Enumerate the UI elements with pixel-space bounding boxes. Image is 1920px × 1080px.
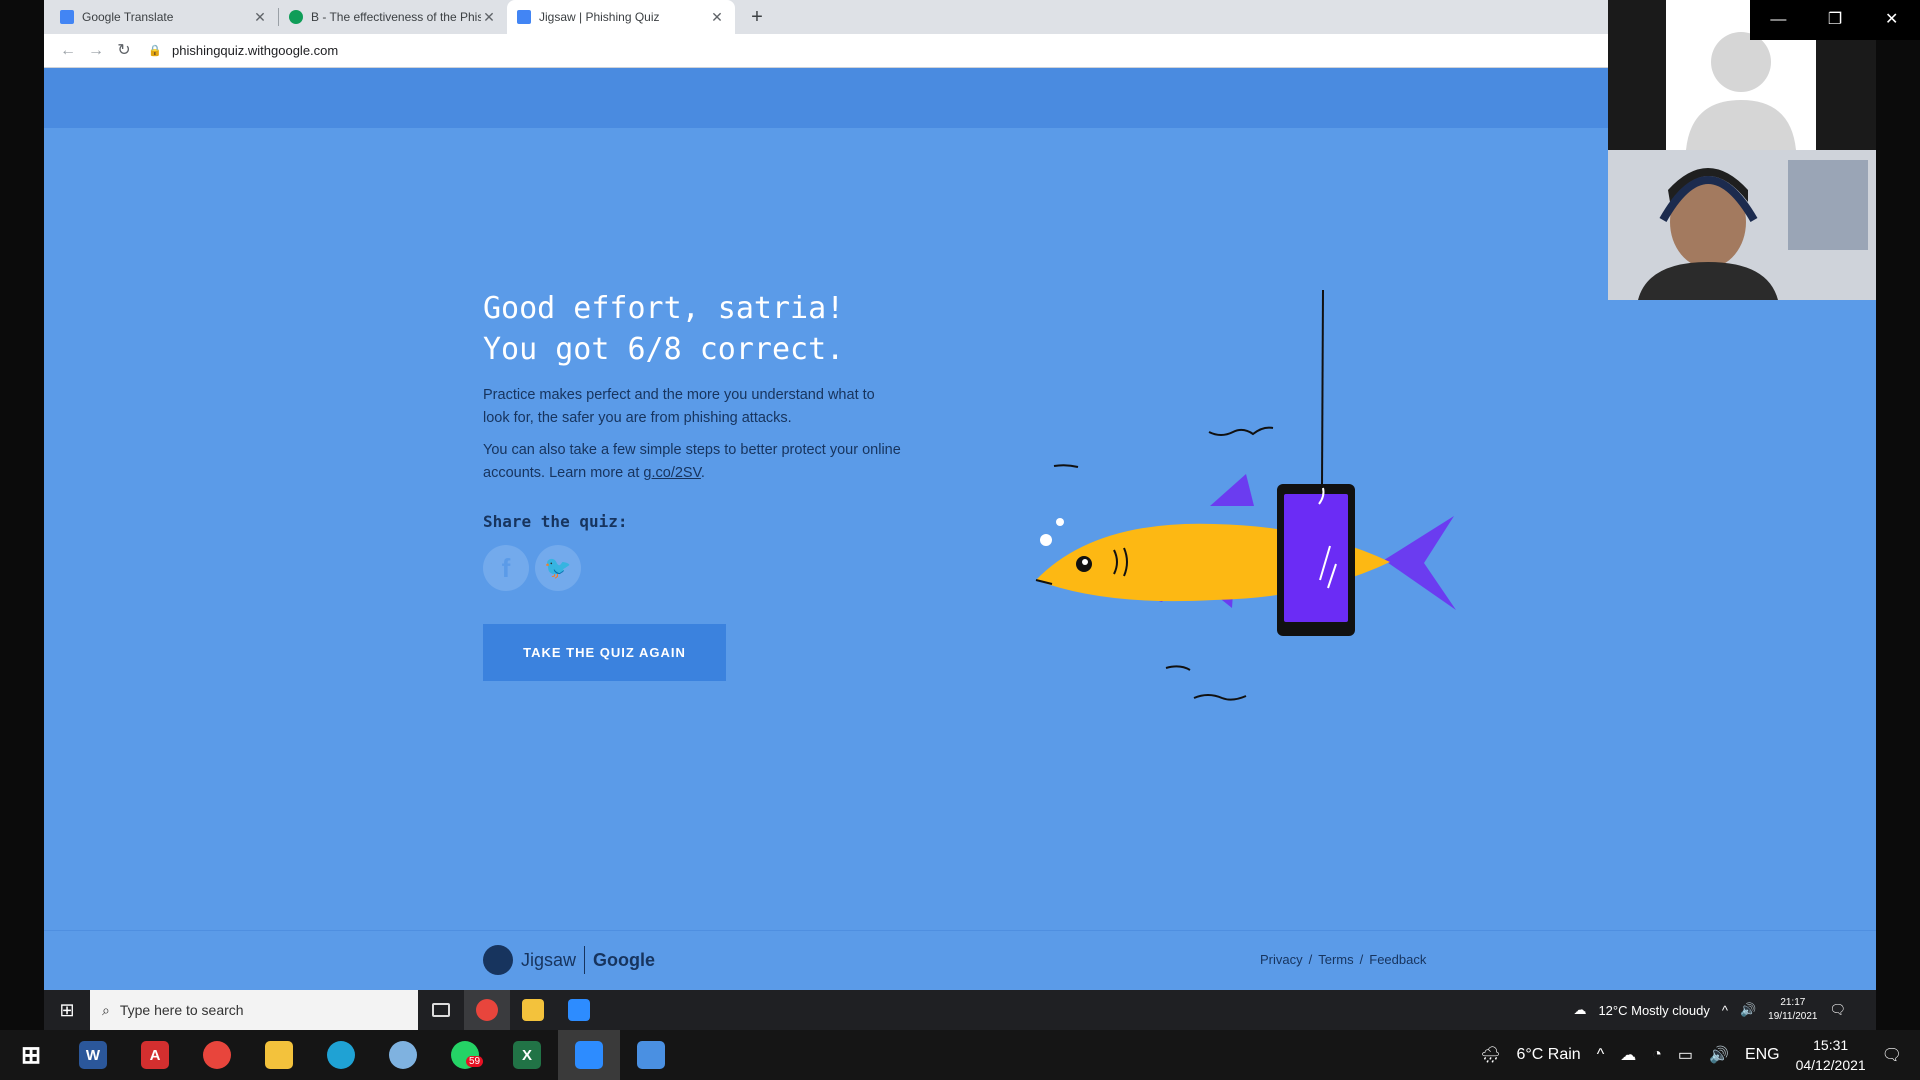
facebook-icon[interactable]: f <box>483 545 529 591</box>
doc-favicon-icon <box>289 10 303 24</box>
link-separator: / <box>1308 952 1313 967</box>
taskbar-search-box[interactable]: ⌕ Type here to search <box>90 990 418 1030</box>
protect-text-end: . <box>700 465 705 481</box>
twitter-icon[interactable]: 🐦 <box>535 545 581 591</box>
google-wordmark: Google <box>593 949 656 970</box>
shared-desktop: Google Translate ✕ B - The effectiveness… <box>44 0 1876 1030</box>
show-hidden-icons-icon[interactable]: ^ <box>1597 1046 1605 1064</box>
practice-paragraph: Practice makes perfect and the more you … <box>483 387 875 426</box>
battery-icon[interactable]: ▭ <box>1678 1045 1693 1065</box>
host-system-tray: 🌧 6°C Rain ^ ☁ ◔ ▭ 🔊 ENG 15:31 04/12/202… <box>1480 1030 1920 1080</box>
learn-more-link[interactable]: g.co/2SV <box>643 465 701 481</box>
search-placeholder: Type here to search <box>119 1002 244 1018</box>
window-controls: — ❐ ✕ <box>1750 0 1920 40</box>
task-view-icon[interactable] <box>418 990 464 1030</box>
zoom-taskbar-icon[interactable] <box>556 990 602 1030</box>
feedback-link[interactable]: Feedback <box>1369 952 1426 967</box>
quiz-result-page: Good effort, satria! You got 6/8 correct… <box>44 68 1876 1030</box>
chrome-icon[interactable] <box>186 1030 248 1080</box>
screen-share-frame: Google Translate ✕ B - The effectiveness… <box>0 0 1920 1080</box>
taskbar-clock[interactable]: 21:17 19/11/2021 <box>1768 996 1817 1024</box>
close-tab-icon[interactable]: ✕ <box>481 9 497 26</box>
restore-icon[interactable]: ❐ <box>1807 0 1864 40</box>
lock-icon[interactable]: 🔒 <box>148 44 168 57</box>
reload-icon[interactable]: ↻ <box>110 37 138 65</box>
notifications-icon[interactable]: 🗨 <box>1829 1002 1846 1018</box>
footer-links: Privacy / Terms / Feedback <box>1260 952 1426 967</box>
forward-arrow-icon[interactable]: → <box>82 37 110 65</box>
jigsaw-favicon-icon <box>517 10 531 24</box>
back-arrow-icon[interactable]: ← <box>54 37 82 65</box>
browser-tab-strip: Google Translate ✕ B - The effectiveness… <box>44 0 1608 34</box>
onedrive-icon[interactable]: ☁ <box>1620 1045 1636 1065</box>
clock-date: 04/12/2021 <box>1795 1057 1866 1073</box>
result-headline: Good effort, satria! You got 6/8 correct… <box>483 291 845 367</box>
terms-link[interactable]: Terms <box>1318 952 1353 967</box>
whatsapp-icon[interactable]: 59 <box>434 1030 496 1080</box>
close-icon[interactable]: ✕ <box>1863 0 1920 40</box>
host-taskbar: ⊞ W A 59 X 🌧 6°C Rain ^ ☁ ◔ ▭ 🔊 ENG 15:3… <box>0 1030 1920 1080</box>
tab-title: B - The effectiveness of the Phis <box>311 10 481 24</box>
volume-icon[interactable]: 🔊 <box>1709 1045 1729 1065</box>
clock-time: 15:31 <box>1813 1037 1849 1053</box>
tab-title: Google Translate <box>82 10 174 24</box>
file-explorer-icon[interactable] <box>510 990 556 1030</box>
privacy-link[interactable]: Privacy <box>1260 952 1303 967</box>
jigsaw-wordmark: Jigsaw <box>521 949 577 970</box>
file-explorer-icon[interactable] <box>248 1030 310 1080</box>
photos-icon[interactable] <box>620 1030 682 1080</box>
fish-phone-illustration <box>1035 289 1456 701</box>
close-tab-icon[interactable]: ✕ <box>709 9 725 26</box>
edge-icon[interactable] <box>310 1030 372 1080</box>
jigsaw-logo-icon <box>483 945 513 975</box>
webcam-feed-image <box>1608 150 1876 300</box>
share-label: Share the quiz: <box>483 512 628 531</box>
weather-rain-icon[interactable]: 🌧 <box>1480 1045 1500 1065</box>
windows-start-icon[interactable]: ⊞ <box>0 1030 62 1080</box>
search-icon: ⌕ <box>102 1001 110 1018</box>
google-translate-icon <box>60 10 74 24</box>
whatsapp-unread-badge: 59 <box>466 1056 484 1067</box>
wifi-icon[interactable]: ◔ <box>1652 1046 1662 1064</box>
clock-date: 19/11/2021 <box>1768 1011 1818 1022</box>
brand-divider <box>584 946 586 974</box>
weather-status[interactable]: 12°C Mostly cloudy <box>1598 1003 1709 1018</box>
tab-title: Jigsaw | Phishing Quiz <box>539 10 660 24</box>
paint-icon[interactable] <box>372 1030 434 1080</box>
notifications-icon[interactable]: 🗨 <box>1882 1045 1902 1065</box>
protect-paragraph: You can also take a few simple steps to … <box>483 439 903 485</box>
tab-google-translate[interactable]: Google Translate ✕ <box>50 0 278 34</box>
excel-icon[interactable]: X <box>496 1030 558 1080</box>
tab-effectiveness-doc[interactable]: B - The effectiveness of the Phis ✕ <box>279 0 507 34</box>
weather-status[interactable]: 6°C Rain <box>1517 1046 1581 1064</box>
system-tray: ☁ 12°C Mostly cloudy ^ 🔊 21:17 19/11/202… <box>1573 990 1876 1030</box>
link-separator: / <box>1359 952 1364 967</box>
show-hidden-icons-icon[interactable]: ^ <box>1722 1003 1728 1018</box>
address-bar[interactable]: phishingquiz.withgoogle.com <box>172 43 338 58</box>
close-tab-icon[interactable]: ✕ <box>252 9 268 26</box>
clock-time: 21:17 <box>1780 997 1806 1008</box>
take-quiz-again-button[interactable]: TAKE THE QUIZ AGAIN <box>483 624 726 681</box>
acrobat-icon[interactable]: A <box>124 1030 186 1080</box>
word-icon[interactable]: W <box>62 1030 124 1080</box>
browser-toolbar: ← → ↻ 🔒 phishingquiz.withgoogle.com <box>44 34 1608 68</box>
page-footer: Jigsaw Google Privacy / Terms / Feedback <box>44 930 1876 990</box>
volume-icon[interactable]: 🔊 <box>1740 1002 1756 1018</box>
taskbar-clock[interactable]: 15:31 04/12/2021 <box>1796 1035 1866 1075</box>
new-tab-icon[interactable]: + <box>743 3 771 31</box>
minimize-icon[interactable]: — <box>1750 0 1807 40</box>
tab-phishing-quiz[interactable]: Jigsaw | Phishing Quiz ✕ <box>507 0 735 34</box>
zoom-icon[interactable] <box>558 1030 620 1080</box>
page-header-band <box>44 68 1608 128</box>
participant-tile-webcam <box>1608 150 1876 300</box>
language-indicator[interactable]: ENG <box>1745 1046 1780 1064</box>
jigsaw-google-brand: Jigsaw Google <box>483 945 655 975</box>
windows-start-icon[interactable]: ⊞ <box>44 990 90 1030</box>
shared-taskbar: ⊞ ⌕ Type here to search ☁ 12°C Mostly cl… <box>44 990 1876 1030</box>
weather-cloud-icon[interactable]: ☁ <box>1573 1002 1586 1018</box>
chrome-taskbar-icon[interactable] <box>464 990 510 1030</box>
